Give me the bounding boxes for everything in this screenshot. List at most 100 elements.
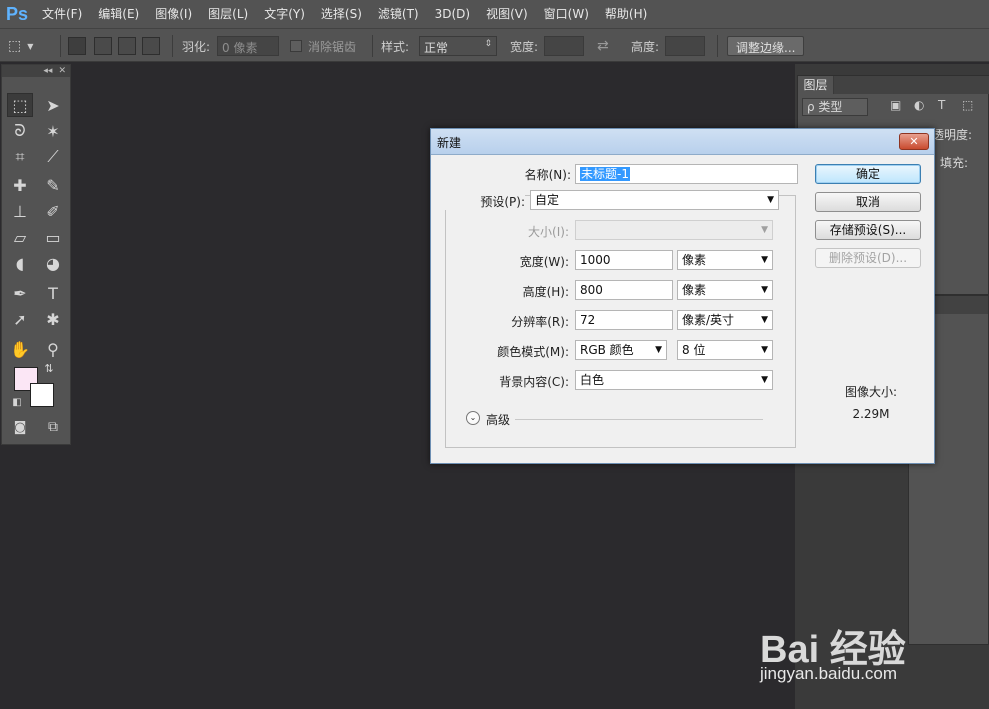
menu-help[interactable]: 帮助(H) (597, 0, 655, 28)
feather-input[interactable]: 0 像素 (217, 36, 279, 56)
type-tool-icon[interactable]: T (40, 281, 66, 305)
refine-edge-button[interactable]: 调整边缘... (727, 36, 805, 56)
menu-filter[interactable]: 滤镜(T) (370, 0, 427, 28)
close-button[interactable]: ✕ (899, 133, 929, 150)
menu-image[interactable]: 图像(I) (147, 0, 200, 28)
zoom-tool-icon[interactable]: ⚲ (40, 337, 66, 361)
updown-icon: ⇕ (484, 39, 492, 49)
filter-shape-icon[interactable]: ⬚ (962, 98, 973, 112)
menu-select[interactable]: 选择(S) (313, 0, 370, 28)
close-icon[interactable]: ✕ (58, 66, 66, 76)
add-selection-icon[interactable] (94, 37, 112, 55)
menu-view[interactable]: 视图(V) (478, 0, 536, 28)
filter-adjustment-icon[interactable]: ◐ (914, 98, 924, 112)
screen-mode-icon[interactable]: ⧉ (40, 415, 66, 439)
photoshop-logo: Ps (5, 3, 29, 24)
gradient-tool-icon[interactable]: ▭ (40, 225, 66, 249)
antialias-checkbox[interactable] (290, 40, 302, 52)
history-brush-tool-icon[interactable]: ✐ (40, 199, 66, 223)
chevron-down-icon: ▼ (655, 345, 662, 355)
subtract-selection-icon[interactable] (118, 37, 136, 55)
save-preset-button[interactable]: 存储预设(S)... (815, 220, 921, 240)
baidu-jingyan-watermark: Bai 经验 jingyan.baidu.com (760, 600, 989, 709)
crop-tool-icon[interactable]: ⌗ (7, 145, 33, 169)
path-selection-tool-icon[interactable]: ➚ (7, 307, 33, 331)
name-input[interactable]: 未标题-1 (575, 164, 798, 184)
menu-bar: Ps 文件(F) 编辑(E) 图像(I) 图层(L) 文字(Y) 选择(S) 滤… (0, 0, 989, 28)
feather-label: 羽化: (182, 39, 211, 54)
tab-layers[interactable]: 图层 (798, 76, 834, 94)
height-input[interactable] (665, 36, 705, 56)
new-selection-icon[interactable] (68, 37, 86, 55)
width-unit-select[interactable]: 像素 ▼ (677, 250, 773, 270)
size-label: 大小(I): (528, 225, 569, 239)
filter-type-icon[interactable]: T (938, 98, 945, 112)
watermark-url: jingyan.baidu.com (760, 664, 898, 683)
delete-preset-button[interactable]: 删除预设(D)... (815, 248, 921, 268)
style-select[interactable]: 正常 ⇕ (419, 36, 497, 56)
width-label: 宽度(W): (519, 255, 569, 269)
blur-tool-icon[interactable]: ◖ (7, 251, 33, 275)
chevron-down-icon: ▼ (761, 345, 768, 355)
new-document-dialog: 新建 ✕ 名称(N): 未标题-1 预设(P): 自定 ▼ 大小(I): ▼ 宽度… (430, 128, 935, 464)
chevron-down-icon: ▼ (761, 315, 768, 325)
clone-stamp-tool-icon[interactable]: ⊥ (7, 199, 33, 223)
expand-icon[interactable]: ⌄ (466, 411, 480, 425)
style-label: 样式: (381, 39, 410, 54)
options-bar: ⬚ ▼ 羽化: 0 像素 消除锯齿 样式: 正常 ⇕ 宽度: ⇄ 高度: 调整边… (0, 28, 989, 62)
menu-edit[interactable]: 编辑(E) (90, 0, 147, 28)
chevron-down-icon: ▼ (761, 285, 768, 295)
healing-brush-tool-icon[interactable]: ✚ (7, 173, 33, 197)
background-color-swatch[interactable] (30, 383, 54, 407)
background-select[interactable]: 白色 ▼ (575, 370, 773, 390)
menu-window[interactable]: 窗口(W) (536, 0, 597, 28)
color-mode-select[interactable]: RGB 颜色 ▼ (575, 340, 667, 360)
dodge-tool-icon[interactable]: ◕ (40, 251, 66, 275)
magic-wand-tool-icon[interactable]: ✶ (40, 119, 66, 143)
resolution-label: 分辨率(R): (511, 315, 569, 329)
collapse-icon[interactable]: ◂◂ (43, 66, 52, 76)
tools-panel: ◂◂ ✕ ⬚ ➤ ᘐ ✶ ⌗ ⟋ ✚ ✎ ⊥ ✐ ▱ ▭ ◖ ◕ ✒ T ➚ ✱… (1, 64, 71, 445)
custom-shape-tool-icon[interactable]: ✱ (40, 307, 66, 331)
bit-depth-select[interactable]: 8 位 ▼ (677, 340, 773, 360)
size-select[interactable]: ▼ (575, 220, 773, 240)
background-label: 背景内容(C): (499, 375, 569, 389)
menu-type[interactable]: 文字(Y) (256, 0, 313, 28)
resolution-unit-select[interactable]: 像素/英寸 ▼ (677, 310, 773, 330)
name-label: 名称(N): (524, 168, 571, 182)
default-colors-icon[interactable]: ◧ (10, 395, 24, 409)
layer-filter-select[interactable]: ρ 类型 (802, 98, 868, 116)
hand-tool-icon[interactable]: ✋ (7, 337, 33, 361)
ok-button[interactable]: 确定 (815, 164, 921, 184)
width-input[interactable]: 1000 (575, 250, 673, 270)
tools-panel-header: ◂◂ ✕ (2, 65, 70, 77)
menu-file[interactable]: 文件(F) (34, 0, 90, 28)
chevron-down-icon: ▼ (761, 255, 768, 265)
swap-icon[interactable]: ⇄ (597, 38, 609, 54)
lasso-tool-icon[interactable]: ᘐ (7, 119, 33, 143)
marquee-preset-picker[interactable]: ⬚ ▼ (8, 35, 33, 57)
advanced-label: 高级 (486, 413, 511, 427)
height-unit-select[interactable]: 像素 ▼ (677, 280, 773, 300)
eraser-tool-icon[interactable]: ▱ (7, 225, 33, 249)
move-tool-icon[interactable]: ➤ (40, 93, 66, 117)
filter-pixel-icon[interactable]: ▣ (890, 98, 901, 112)
preset-select[interactable]: 自定 ▼ (530, 190, 779, 210)
resolution-input[interactable]: 72 (575, 310, 673, 330)
eyedropper-tool-icon[interactable]: ⟋ (40, 145, 66, 169)
intersect-selection-icon[interactable] (142, 37, 160, 55)
height-input[interactable]: 800 (575, 280, 673, 300)
color-mode-label: 颜色模式(M): (497, 345, 569, 359)
menu-layer[interactable]: 图层(L) (200, 0, 256, 28)
height-label: 高度: (631, 39, 660, 54)
pen-tool-icon[interactable]: ✒ (7, 281, 33, 305)
brush-tool-icon[interactable]: ✎ (40, 173, 66, 197)
width-input[interactable] (544, 36, 584, 56)
cancel-button[interactable]: 取消 (815, 192, 921, 212)
swap-colors-icon[interactable]: ⇅ (42, 361, 56, 375)
width-label: 宽度: (510, 39, 539, 54)
quick-mask-icon[interactable]: ◙ (7, 415, 33, 439)
rect-marquee-tool-icon[interactable]: ⬚ (7, 93, 33, 117)
menu-3d[interactable]: 3D(D) (427, 0, 478, 28)
dialog-titlebar[interactable]: 新建 ✕ (431, 129, 934, 155)
